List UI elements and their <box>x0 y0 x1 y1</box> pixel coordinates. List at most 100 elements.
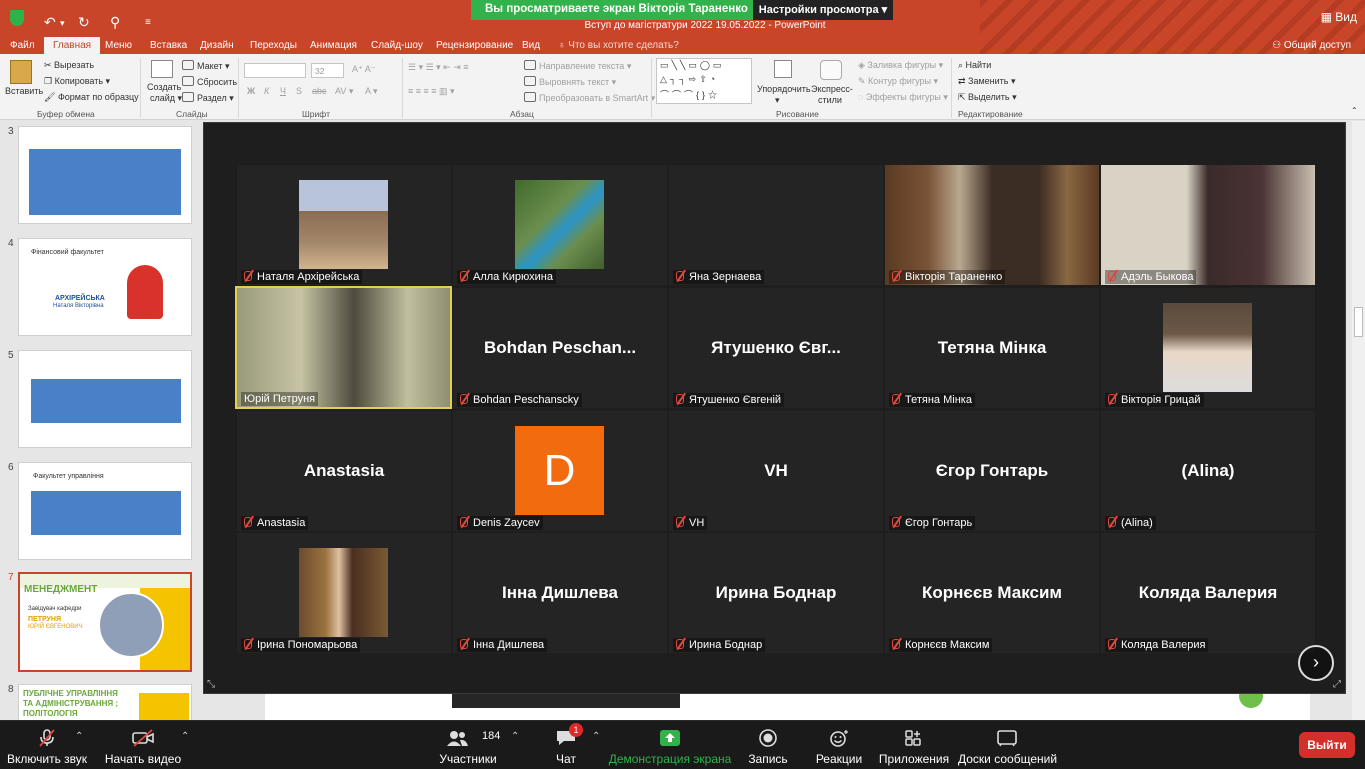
spacing-button[interactable]: AV ▾ <box>335 86 353 97</box>
font-color-button[interactable]: A ▾ <box>365 86 378 97</box>
tab-animation[interactable]: Анимация <box>310 40 357 51</box>
participant-tile[interactable]: Ирина Боднар Ирина Боднар <box>669 533 883 653</box>
tell-me-search[interactable]: ♁ Что вы хотите сделать? <box>558 40 679 51</box>
zoom-view-button[interactable]: ▦ Вид <box>1321 10 1357 24</box>
whiteboards-button[interactable]: Доски сообщений <box>958 721 1057 769</box>
participant-tile-active-speaker[interactable]: Юрій Петруня <box>235 286 452 409</box>
shapes-gallery[interactable]: ▭╲╲▭◯▭ △┐┐⇨⇧◔ ⌒⌒⌒{}☆ <box>656 58 752 104</box>
font-family-input[interactable] <box>244 63 306 78</box>
participant-tile[interactable]: Ятушенко Євг... Ятушенко Євгеній <box>669 288 883 408</box>
italic-button[interactable]: К <box>264 86 269 96</box>
slide-thumbnail-8[interactable]: ПУБЛІЧНЕ УПРАВЛІННЯ ТА АДМІНІСТРУВАННЯ ;… <box>18 684 192 720</box>
participant-tile[interactable]: Інна Дишлева Інна Дишлева <box>453 533 667 653</box>
collapse-ribbon-icon[interactable]: ⌃ <box>1351 106 1358 115</box>
undo-icon[interactable]: ↶ <box>44 14 56 31</box>
tab-insert[interactable]: Вставка <box>150 40 187 51</box>
unmute-button[interactable]: Включить звук <box>0 721 94 769</box>
slide-thumbnail-3[interactable] <box>18 126 192 224</box>
tab-home[interactable]: Главная <box>44 37 101 54</box>
participant-tile[interactable]: Наталя Архірейська <box>237 165 451 285</box>
new-slide-button[interactable]: Создать <box>147 82 181 92</box>
participant-tile[interactable]: Єгор Гонтарь Єгор Гонтарь <box>885 411 1099 531</box>
record-button[interactable]: Запись <box>742 721 794 769</box>
tab-file[interactable]: Файл <box>10 40 35 51</box>
quick-styles-icon[interactable] <box>820 60 842 80</box>
share-button[interactable]: ⚇ Общий доступ <box>1272 40 1351 51</box>
copy-button[interactable]: ❐ Копировать ▾ <box>44 76 110 87</box>
grow-font-icon[interactable]: A⁺ A⁻ <box>352 64 376 75</box>
font-size-input[interactable]: 32 <box>311 63 344 78</box>
bold-button[interactable]: Ж <box>247 86 255 96</box>
strikethrough-button[interactable]: abc <box>312 86 327 96</box>
slide-thumbnail-5[interactable] <box>18 350 192 448</box>
list-buttons[interactable]: ☰ ▾ ☰ ▾ ⇤ ⇥ ≡ <box>408 62 469 73</box>
cut-button[interactable]: ✂ Вырезать <box>44 60 94 71</box>
tab-view[interactable]: Вид <box>522 40 540 51</box>
next-page-button[interactable]: › <box>1298 645 1334 681</box>
tab-design[interactable]: Дизайн <box>200 40 234 51</box>
resize-handle-icon[interactable]: ⤢ <box>1333 679 1341 690</box>
vertical-scrollbar[interactable] <box>1352 121 1365 720</box>
participant-tile[interactable]: Вікторія Грицай <box>1101 288 1315 408</box>
participant-tile[interactable]: Яна Зернаева <box>669 165 883 285</box>
paste-button[interactable]: Вставить <box>5 86 43 96</box>
participants-button[interactable]: 184 Участники <box>432 721 504 769</box>
slide-thumbnail-7[interactable]: МЕНЕДЖМЕНТ Завідувач кафедри ПЕТРУНЯ ЮРІ… <box>18 572 192 672</box>
reset-button[interactable]: Сбросить <box>182 76 237 87</box>
paste-icon[interactable] <box>10 60 32 84</box>
scrollbar-thumb[interactable] <box>1354 307 1363 337</box>
chat-button[interactable]: Чат <box>540 721 592 769</box>
participant-tile[interactable]: Коляда Валерия Коляда Валерия <box>1101 533 1315 653</box>
align-buttons[interactable]: ≡ ≡ ≡ ≡ ▥ ▾ <box>408 86 455 97</box>
replace-button[interactable]: ⇄ Заменить ▾ <box>958 76 1016 87</box>
view-options-button[interactable]: Настройки просмотра ▾ <box>753 0 893 20</box>
apps-button[interactable]: Приложения <box>878 721 950 769</box>
text-direction-button[interactable]: Направление текста ▾ <box>524 60 631 72</box>
find-button[interactable]: ⌕ Найти <box>958 60 991 71</box>
tab-transitions[interactable]: Переходы <box>250 40 297 51</box>
reactions-button[interactable]: Реакции <box>810 721 868 769</box>
participant-tile[interactable]: Корнєєв Максим Корнєєв Максим <box>885 533 1099 653</box>
tab-review[interactable]: Рецензирование <box>436 40 513 51</box>
section-button[interactable]: Раздел ▾ <box>182 92 234 104</box>
participant-tile[interactable]: Ірина Пономарьова <box>237 533 451 653</box>
participant-tile[interactable]: VH VH <box>669 411 883 531</box>
align-text-button[interactable]: Выровнять текст ▾ <box>524 76 616 88</box>
participant-tile[interactable]: Anastasia Anastasia <box>237 411 451 531</box>
participants-chevron-icon[interactable]: ⌃ <box>511 731 519 742</box>
shadow-button[interactable]: S <box>296 86 302 96</box>
participant-tile[interactable]: D Denis Zaycev <box>453 411 667 531</box>
share-screen-button[interactable]: Демонстрация экрана <box>608 721 732 769</box>
current-slide[interactable] <box>265 684 1310 720</box>
arrange-dropdown-icon[interactable]: ▾ <box>775 95 780 106</box>
redo-icon[interactable]: ↻ <box>78 14 90 31</box>
gallery-drag-strip[interactable] <box>452 694 680 708</box>
quick-styles-button[interactable]: Экспресс- <box>811 84 853 94</box>
layout-button[interactable]: Макет ▾ <box>182 60 230 72</box>
start-video-button[interactable]: Начать видео <box>100 721 186 769</box>
new-slide-icon[interactable] <box>151 60 173 78</box>
participant-tile[interactable]: (Alina) (Alina) <box>1101 411 1315 531</box>
undo-dropdown-icon[interactable]: ▾ <box>60 18 65 29</box>
tab-slideshow[interactable]: Слайд-шоу <box>371 40 423 51</box>
tab-menu[interactable]: Меню <box>105 40 132 51</box>
participant-tile[interactable]: Bohdan Peschan... Bohdan Peschanscky <box>453 288 667 408</box>
participant-tile[interactable]: Алла Кирюхина <box>453 165 667 285</box>
participant-tile[interactable]: Тетяна Мінка Тетяна Мінка <box>885 288 1099 408</box>
select-button[interactable]: ⇱ Выделить ▾ <box>958 92 1017 103</box>
participant-tile[interactable]: Вікторія Тараненко <box>885 165 1099 285</box>
slideshow-icon[interactable]: ⚲ <box>110 14 120 31</box>
chat-chevron-icon[interactable]: ⌃ <box>592 731 600 742</box>
arrange-button[interactable]: Упорядочить <box>757 84 811 94</box>
participant-tile[interactable]: Адэль Быкова <box>1101 165 1315 285</box>
underline-button[interactable]: Ч <box>280 86 286 96</box>
resize-handle-icon[interactable]: ⤡ <box>207 679 215 690</box>
arrange-icon[interactable] <box>774 60 792 78</box>
smartart-button[interactable]: Преобразовать в SmartArt ▾ <box>524 92 655 104</box>
shape-outline-button[interactable]: ✎ Контур фигуры ▾ <box>858 76 938 87</box>
shape-fill-button[interactable]: ◈ Заливка фигуры ▾ <box>858 60 943 71</box>
format-painter-button[interactable]: 🖌 Формат по образцу <box>44 92 139 103</box>
qat-customize-icon[interactable]: ≡ <box>145 17 151 28</box>
leave-button[interactable]: Выйти <box>1299 732 1355 758</box>
slide-thumbnail-4[interactable]: Фінансовий факультет АРХІРЕЙСЬКА Наталя … <box>18 238 192 336</box>
